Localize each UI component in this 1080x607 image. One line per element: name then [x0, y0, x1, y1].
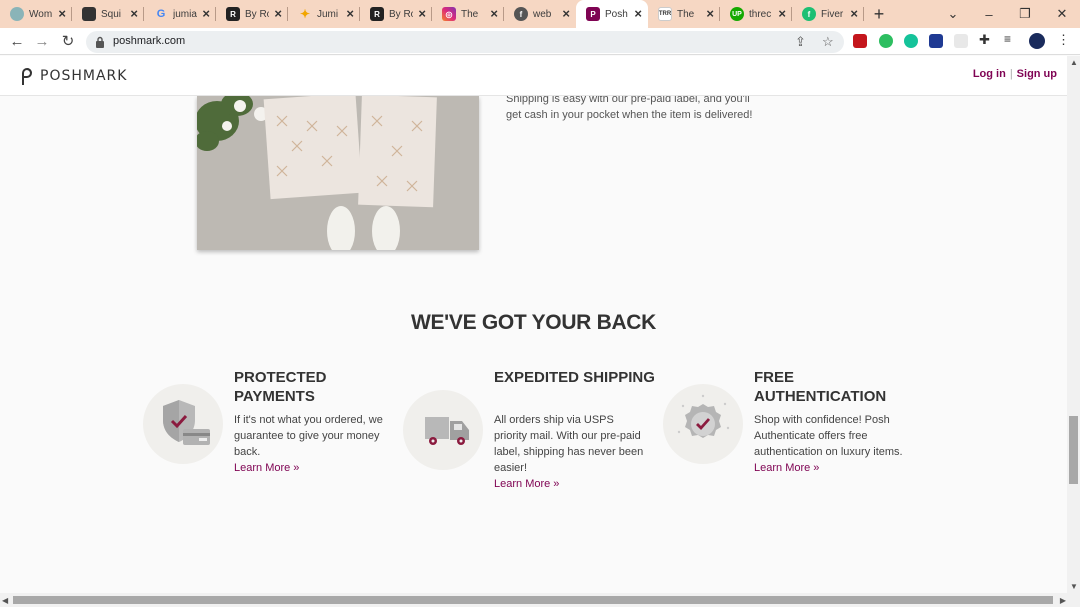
profile-avatar[interactable] — [1029, 33, 1045, 49]
feature-icon-circle — [403, 390, 483, 470]
back-icon[interactable]: ← — [7, 32, 27, 52]
signup-link[interactable]: Sign up — [1017, 68, 1057, 80]
feature-icon-circle — [663, 384, 743, 464]
star-icon: ✦ — [299, 7, 311, 21]
fiverr-icon: f — [802, 7, 816, 21]
feature-title: PROTECTED PAYMENTS — [234, 369, 327, 405]
extension-a-icon[interactable] — [954, 34, 968, 48]
close-icon[interactable]: × — [346, 6, 354, 21]
truck-icon — [425, 417, 469, 445]
close-icon[interactable]: × — [634, 6, 642, 21]
horizontal-scrollbar[interactable]: ◀ ▶ — [0, 593, 1080, 607]
minimize-icon[interactable]: – — [971, 0, 1007, 28]
close-icon[interactable]: × — [202, 6, 210, 21]
close-icon[interactable]: × — [58, 6, 66, 21]
site-header: POSHMARK Log in | Sign up — [0, 56, 1067, 96]
new-tab-button[interactable]: + — [864, 4, 894, 25]
feature-text: If it's not what you ordered, we guarant… — [234, 414, 383, 458]
close-icon[interactable]: × — [778, 6, 786, 21]
browser-tab[interactable]: f web × — [504, 0, 576, 28]
scroll-right-icon[interactable]: ▶ — [1060, 596, 1066, 605]
bookmark-star-icon[interactable]: ☆ — [822, 34, 834, 50]
browser-tab[interactable]: TRR The × — [648, 0, 720, 28]
browser-tab[interactable]: Wom × — [0, 0, 72, 28]
login-link[interactable]: Log in — [973, 68, 1006, 80]
browser-tab[interactable]: ◎ The × — [432, 0, 504, 28]
learn-more-link[interactable]: Learn More » — [754, 460, 904, 476]
scroll-left-icon[interactable]: ◀ — [2, 596, 8, 605]
close-icon[interactable]: × — [418, 6, 426, 21]
browser-tab[interactable]: UP threc × — [720, 0, 792, 28]
poshmark-logo[interactable]: POSHMARK — [18, 66, 127, 86]
share-icon[interactable]: ⇪ — [795, 34, 806, 50]
reload-icon[interactable]: ↻ — [58, 32, 78, 52]
acrobat-icon[interactable] — [853, 34, 867, 48]
r-logo-icon: R — [370, 7, 384, 21]
address-bar[interactable]: poshmark.com ⇪ ☆ — [86, 31, 844, 53]
close-icon[interactable]: × — [706, 6, 714, 21]
google-icon: G — [156, 8, 166, 20]
window-close-icon[interactable]: ✕ — [1044, 0, 1080, 28]
evernote-icon[interactable] — [879, 34, 893, 48]
url-text: poshmark.com — [113, 35, 186, 47]
browser-tab[interactable]: ✦ Jumi × — [288, 0, 360, 28]
feature-body: If it's not what you ordered, we guarant… — [234, 412, 384, 476]
vertical-scrollbar[interactable]: ▲ ▼ — [1067, 56, 1080, 593]
poshmark-logo-icon — [22, 68, 32, 85]
grammarly-icon[interactable] — [904, 34, 918, 48]
feature-text: All orders ship via USPS priority mail. … — [494, 414, 644, 474]
feature-title: EXPEDITED SHIPPING — [494, 369, 655, 386]
globe-icon — [10, 7, 24, 21]
authentic-badge-icon — [677, 394, 730, 438]
close-icon[interactable]: × — [850, 6, 858, 21]
restore-icon[interactable]: ❐ — [1007, 0, 1043, 28]
scroll-down-icon[interactable]: ▼ — [1070, 582, 1078, 591]
learn-more-link[interactable]: Learn More » — [234, 460, 384, 476]
shipping-bags-image — [197, 96, 479, 250]
browser-tab[interactable]: Gjumia × — [144, 0, 216, 28]
shipping-photo — [197, 96, 479, 250]
shipping-description: Shipping is easy with our pre-paid label… — [506, 96, 753, 121]
browser-tab[interactable]: Squi × — [72, 0, 144, 28]
scrollbar-thumb[interactable] — [1069, 416, 1078, 484]
learn-more-link[interactable]: Learn More » — [494, 476, 644, 492]
facebook-icon: f — [514, 7, 528, 21]
feature-title: FREE AUTHENTICATION — [754, 369, 887, 405]
feature-icon-circle — [143, 384, 223, 464]
instagram-icon: ◎ — [442, 7, 456, 21]
scrollbar-thumb[interactable] — [13, 596, 1053, 604]
section-title: WE'VE GOT YOUR BACK — [410, 311, 657, 334]
extensions-puzzle-icon[interactable]: ✚ — [979, 32, 993, 47]
feature-body: All orders ship via USPS priority mail. … — [494, 412, 644, 492]
browser-tab[interactable]: RBy Ro× — [360, 0, 432, 28]
tab-search-icon[interactable]: ⌄ — [935, 0, 971, 28]
forward-icon[interactable]: → — [32, 32, 52, 52]
close-icon[interactable]: × — [562, 6, 570, 21]
feature-text: Shop with confidence! Posh Authenticate … — [754, 414, 903, 458]
tab-strip: Wom× Squi× Gjumia× RBy Ro× ✦Jumi× RBy Ro… — [0, 0, 1080, 28]
media-queue-icon[interactable]: ≡ — [1004, 32, 1018, 46]
browser-tab-active[interactable]: P Posh × — [576, 0, 648, 28]
auth-links: Log in | Sign up — [973, 68, 1057, 80]
lock-icon — [96, 36, 104, 48]
feature-body: Shop with confidence! Posh Authenticate … — [754, 412, 904, 476]
extension-box-icon[interactable] — [929, 34, 943, 48]
close-icon[interactable]: × — [130, 6, 138, 21]
close-icon[interactable]: × — [490, 6, 498, 21]
logo-text: POSHMARK — [40, 68, 128, 84]
browser-toolbar: ← → ↻ poshmark.com ⇪ ☆ ✚ ≡ ⋮ — [0, 28, 1080, 55]
browser-tab[interactable]: RBy Ro× — [216, 0, 288, 28]
close-icon[interactable]: × — [274, 6, 282, 21]
shield-card-icon — [163, 400, 210, 445]
cube-icon — [82, 7, 96, 21]
scroll-up-icon[interactable]: ▲ — [1070, 58, 1078, 67]
browser-tab[interactable]: f Fiver × — [792, 0, 864, 28]
upwork-icon: UP — [730, 7, 744, 21]
r-logo-icon: R — [226, 7, 240, 21]
divider: | — [1009, 68, 1013, 80]
trr-icon: TRR — [658, 7, 672, 21]
poshmark-icon: P — [586, 7, 600, 21]
browser-menu-icon[interactable]: ⋮ — [1057, 32, 1071, 47]
main-content: Shipping is easy with our pre-paid label… — [0, 96, 1067, 576]
